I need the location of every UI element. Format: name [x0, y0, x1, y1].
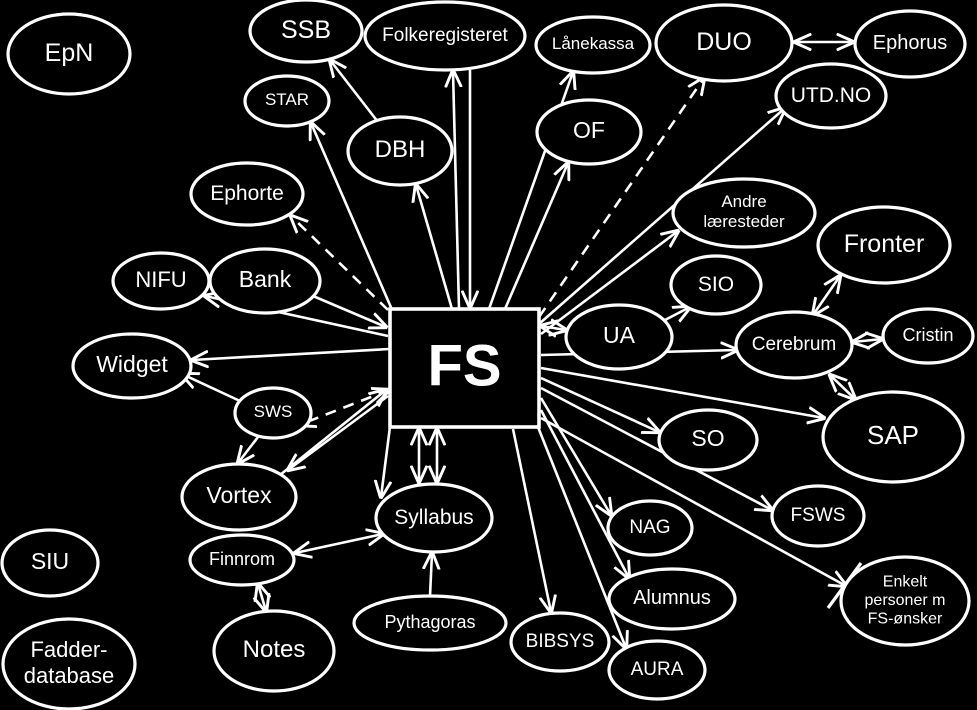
node-finnrom[interactable]: Finnrom [188, 533, 296, 587]
node-alumnus[interactable]: Alumnus [607, 567, 737, 631]
node-label: Vortex [206, 482, 272, 508]
edge-sws-to-widget [182, 374, 241, 403]
node-notes[interactable]: Notes [212, 609, 336, 693]
node-label: AURA [631, 659, 684, 680]
node-ephorus[interactable]: Ephorus [853, 9, 967, 79]
node-label: EpN [45, 39, 94, 67]
node-syllabus[interactable]: Syllabus [374, 482, 494, 554]
node-nifu[interactable]: NIFU [111, 251, 211, 311]
edge-finnrom-to-notes [258, 584, 266, 611]
node-andrelaresteder[interactable]: Andre læresteder [671, 177, 817, 249]
edge-cerebrum-to-fronter [813, 276, 840, 315]
node-label: Ephorte [210, 182, 284, 205]
node-label: SSB [281, 16, 331, 44]
edge-cerebrum-to-cristin [853, 339, 882, 342]
diagram-canvas: EpN SSB Folkeregisteret Lånekassa DUO Ephorus… [0, 0, 977, 710]
node-of[interactable]: OF [535, 98, 643, 166]
node-label: SIU [31, 548, 69, 574]
node-label: Finnrom [209, 549, 275, 569]
node-epn[interactable]: EpN [6, 12, 132, 96]
edge-fs-to-sws [299, 390, 389, 425]
node-label: Bank [239, 266, 292, 292]
node-duo[interactable]: DUO [654, 3, 794, 83]
node-fs-hub[interactable]: FS [388, 307, 541, 429]
node-ua[interactable]: UA [564, 303, 674, 371]
node-label: UA [603, 322, 636, 348]
node-label: SWS [254, 402, 293, 421]
node-label: DBH [375, 136, 426, 163]
node-siu[interactable]: SIU [0, 528, 100, 598]
edge-fs-to-widget [192, 347, 390, 360]
node-utd-no[interactable]: UTD.NO [774, 62, 888, 130]
node-cerebrum[interactable]: Cerebrum [734, 310, 854, 380]
node-label: Fadder-database [24, 637, 115, 688]
node-label: Widget [96, 351, 168, 377]
edge-syllabus-to-finnrom [295, 534, 383, 553]
node-bibsys[interactable]: BIBSYS [509, 611, 611, 673]
hub-node-layer: FS [388, 307, 541, 429]
node-label: Alumnus [633, 587, 711, 609]
edge-dbh-to-ssb [330, 60, 380, 123]
node-label: FSWS [791, 505, 846, 526]
node-fadderdatabase[interactable]: Fadder-database [1, 617, 137, 710]
node-so[interactable]: SO [657, 408, 759, 472]
node-label: DUO [696, 28, 752, 56]
node-label: NIFU [135, 267, 186, 292]
edge-ua-to-fs [541, 326, 566, 330]
node-label: Ephorus [873, 32, 948, 54]
node-fronter[interactable]: Fronter [816, 205, 952, 285]
edge-sws-to-vortex [238, 436, 260, 463]
node-label: Folkeregisteret [382, 25, 508, 46]
node-nag[interactable]: NAG [606, 499, 694, 557]
node-label: Lånekassa [552, 34, 635, 53]
edge-ua-to-sio [664, 307, 690, 320]
node-label: OF [573, 117, 605, 143]
node-folkeregisteret[interactable]: Folkeregisteret [363, 0, 527, 72]
node-label: Cristin [902, 325, 953, 345]
node-star[interactable]: STAR [243, 74, 331, 128]
node-fsws[interactable]: FSWS [770, 484, 866, 548]
node-label: SAP [867, 420, 919, 450]
node-label: Fronter [844, 230, 925, 258]
node-dbh[interactable]: DBH [346, 115, 454, 187]
node-ssb[interactable]: SSB [248, 0, 364, 64]
node-label: UTD.NO [791, 84, 872, 107]
edge-fs-to-nag [539, 397, 611, 515]
node-sio[interactable]: SIO [669, 254, 763, 316]
node-label: Notes [243, 636, 306, 663]
node-label: Syllabus [394, 506, 473, 529]
node-lanekassa[interactable]: Lånekassa [534, 15, 652, 75]
node-label: STAR [265, 90, 309, 109]
node-label: Pythagoras [384, 612, 475, 632]
node-label: SIO [698, 273, 734, 296]
edge-fs-to-bibsys [511, 428, 551, 612]
node-ephorte[interactable]: Ephorte [189, 161, 305, 227]
node-bank[interactable]: Bank [208, 247, 322, 315]
node-cristin[interactable]: Cristin [881, 307, 975, 365]
node-label: SO [691, 425, 724, 451]
edge-pythagoras-to-syllabus [430, 553, 432, 597]
edge-fs-to-folkeregisteret [453, 71, 459, 310]
edge-fs-to-alumnus [539, 409, 629, 578]
node-label: NAG [629, 517, 670, 538]
node-pythagoras[interactable]: Pythagoras [352, 594, 508, 652]
node-aura[interactable]: AURA [607, 639, 707, 701]
node-widget[interactable]: Widget [71, 332, 193, 400]
node-sws[interactable]: SWS [233, 386, 313, 440]
node-vortex[interactable]: Vortex [180, 462, 298, 532]
node-sap[interactable]: SAP [821, 390, 965, 484]
node-label: Cerebrum [752, 334, 836, 355]
node-label: BIBSYS [526, 631, 595, 652]
system-integration-diagram: EpN SSB Folkeregisteret Lånekassa DUO Ephorus… [0, 0, 975, 710]
edge-fs-to-dbh [416, 185, 454, 310]
node-enkeltpersoner[interactable]: Enkelt personer m FS-ønsker [839, 555, 971, 647]
edge-cerebrum-to-sap [830, 375, 855, 399]
hub-label: FS [427, 333, 501, 398]
